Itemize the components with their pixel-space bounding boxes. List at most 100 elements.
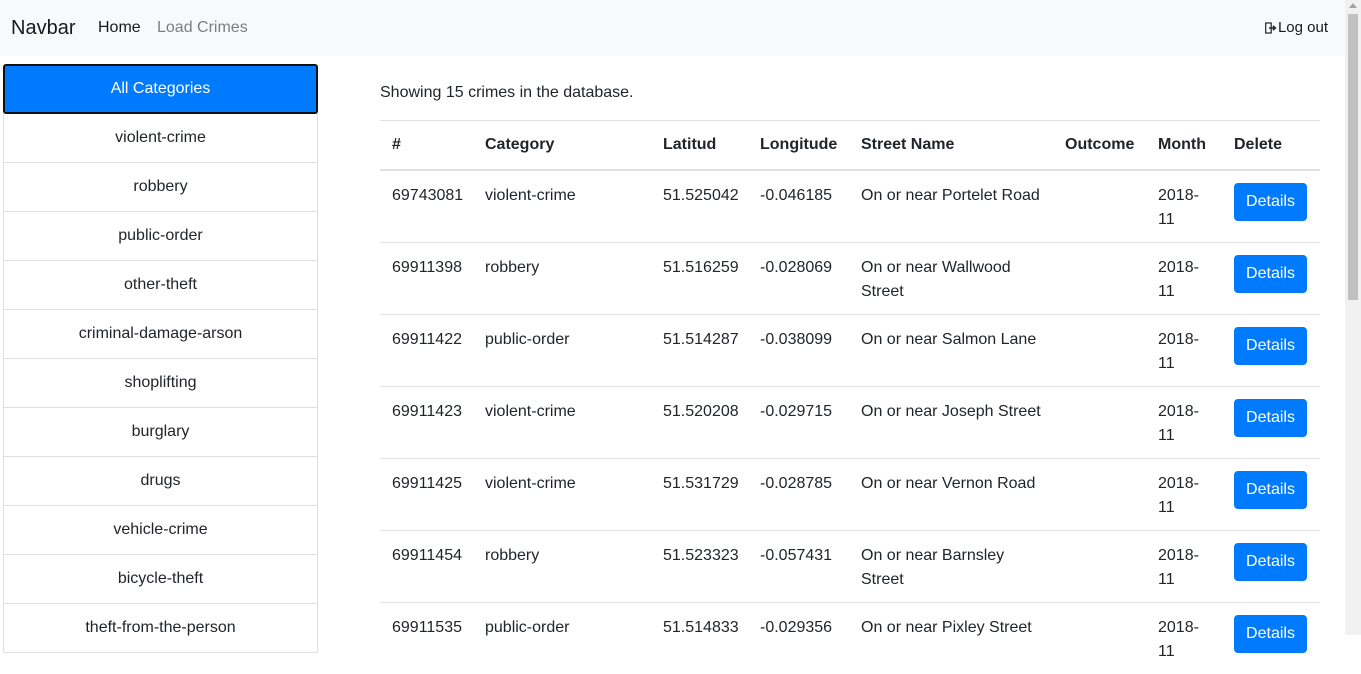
- cell-outcome: [1053, 457, 1146, 530]
- cell-category: robbery: [473, 241, 651, 314]
- cell-street-name: On or near Salmon Lane: [849, 313, 1053, 386]
- cell-month: 2018-11: [1146, 457, 1222, 530]
- category-item-other-theft[interactable]: other-theft: [3, 260, 318, 310]
- category-sidebar: All Categories violent-crime robbery public…: [3, 64, 318, 653]
- cell-latitude: 51.531729: [651, 457, 748, 530]
- cell-latitude: 51.520208: [651, 385, 748, 458]
- cell-latitude: 51.516259: [651, 241, 748, 314]
- logout-link[interactable]: Log out: [1265, 18, 1328, 38]
- cell-crime-id: 69911454: [380, 529, 473, 602]
- cell-longitude: -0.028785: [748, 457, 849, 530]
- cell-outcome: [1053, 529, 1146, 602]
- category-item-violent-crime[interactable]: violent-crime: [3, 113, 318, 163]
- cell-category: robbery: [473, 529, 651, 602]
- cell-month: 2018-11: [1146, 601, 1222, 674]
- nav-link-load-crimes[interactable]: Load Crimes: [157, 18, 248, 38]
- cell-crime-id: 69911423: [380, 385, 473, 458]
- sign-out-icon: [1265, 22, 1277, 34]
- table-row: 69911398 robbery 51.516259 -0.028069 On or n…: [380, 241, 1320, 314]
- cell-month: 2018-11: [1146, 385, 1222, 458]
- cell-latitude: 51.514833: [651, 601, 748, 674]
- cell-category: public-order: [473, 313, 651, 386]
- cell-month: 2018-11: [1146, 241, 1222, 314]
- cell-crime-id: 69911422: [380, 313, 473, 386]
- column-header-outcome: Outcome: [1053, 120, 1146, 171]
- table-row: 69911454 robbery 51.523323 -0.057431 On or n…: [380, 529, 1320, 602]
- column-header-id: #: [380, 120, 473, 171]
- cell-street-name: On or near Portelet Road: [849, 169, 1053, 242]
- cell-category: public-order: [473, 601, 651, 674]
- category-item-drugs[interactable]: drugs: [3, 456, 318, 506]
- cell-outcome: [1053, 169, 1146, 242]
- cell-delete: Details: [1222, 529, 1320, 602]
- details-button[interactable]: Details: [1234, 470, 1307, 509]
- column-header-month: Month: [1146, 120, 1222, 171]
- table-row: 69911422 public-order 51.514287 -0.038099 On…: [380, 313, 1320, 386]
- table-row: 69911423 violent-crime 51.520208 -0.029715 O…: [380, 385, 1320, 458]
- cell-crime-id: 69911425: [380, 457, 473, 530]
- cell-month: 2018-11: [1146, 169, 1222, 242]
- cell-longitude: -0.028069: [748, 241, 849, 314]
- cell-crime-id: 69911535: [380, 601, 473, 674]
- cell-longitude: -0.029715: [748, 385, 849, 458]
- cell-street-name: On or near Pixley Street: [849, 601, 1053, 674]
- page-scrollbar[interactable]: [1345, 0, 1361, 635]
- crimes-table-container: # Category Latitud Longitude Street Name Outc…: [380, 120, 1320, 674]
- logout-label: Log out: [1277, 19, 1328, 36]
- cell-delete: Details: [1222, 241, 1320, 314]
- category-item-vehicle-crime[interactable]: vehicle-crime: [3, 505, 318, 555]
- cell-category: violent-crime: [473, 169, 651, 242]
- cell-longitude: -0.046185: [748, 169, 849, 242]
- cell-longitude: -0.038099: [748, 313, 849, 386]
- cell-longitude: -0.029356: [748, 601, 849, 674]
- cell-outcome: [1053, 385, 1146, 458]
- cell-month: 2018-11: [1146, 313, 1222, 386]
- cell-latitude: 51.523323: [651, 529, 748, 602]
- category-item-criminal-damage-arson[interactable]: criminal-damage-arson: [3, 309, 318, 359]
- category-item-robbery[interactable]: robbery: [3, 162, 318, 212]
- details-button[interactable]: Details: [1234, 254, 1307, 293]
- details-button[interactable]: Details: [1234, 398, 1307, 437]
- category-item-burglary[interactable]: burglary: [3, 407, 318, 457]
- category-item-all[interactable]: All Categories: [3, 64, 318, 114]
- cell-street-name: On or near Vernon Road: [849, 457, 1053, 530]
- column-header-latitude: Latitud: [651, 120, 748, 171]
- cell-latitude: 51.514287: [651, 313, 748, 386]
- category-item-shoplifting[interactable]: shoplifting: [3, 358, 318, 408]
- category-item-theft-from-the-person[interactable]: theft-from-the-person: [3, 603, 318, 653]
- cell-category: violent-crime: [473, 385, 651, 458]
- column-header-street-name: Street Name: [849, 120, 1053, 171]
- scroll-up-arrow-icon[interactable]: [1349, 3, 1357, 8]
- cell-delete: Details: [1222, 169, 1320, 242]
- category-item-public-order[interactable]: public-order: [3, 211, 318, 261]
- cell-longitude: -0.057431: [748, 529, 849, 602]
- cell-crime-id: 69743081: [380, 169, 473, 242]
- scrollbar-thumb[interactable]: [1348, 14, 1358, 300]
- nav-link-home[interactable]: Home: [98, 18, 141, 38]
- cell-category: violent-crime: [473, 457, 651, 530]
- cell-street-name: On or near Barnsley Street: [849, 529, 1053, 602]
- table-header-row: # Category Latitud Longitude Street Name Outc…: [380, 120, 1320, 171]
- column-header-longitude: Longitude: [748, 120, 849, 171]
- table-row: 69743081 violent-crime 51.525042 -0.046185 O…: [380, 169, 1320, 242]
- cell-delete: Details: [1222, 313, 1320, 386]
- cell-crime-id: 69911398: [380, 241, 473, 314]
- cell-latitude: 51.525042: [651, 169, 748, 242]
- details-button[interactable]: Details: [1234, 614, 1307, 653]
- details-button[interactable]: Details: [1234, 326, 1307, 365]
- crime-count-summary: Showing 15 crimes in the database.: [380, 84, 634, 101]
- cell-street-name: On or near Joseph Street: [849, 385, 1053, 458]
- cell-delete: Details: [1222, 457, 1320, 530]
- cell-delete: Details: [1222, 385, 1320, 458]
- navbar-brand[interactable]: Navbar: [11, 16, 75, 40]
- cell-outcome: [1053, 241, 1146, 314]
- crimes-table: # Category Latitud Longitude Street Name Outc…: [380, 120, 1320, 674]
- details-button[interactable]: Details: [1234, 542, 1307, 581]
- table-row: 69911535 public-order 51.514833 -0.029356 On…: [380, 601, 1320, 674]
- cell-delete: Details: [1222, 601, 1320, 674]
- category-item-bicycle-theft[interactable]: bicycle-theft: [3, 554, 318, 604]
- cell-month: 2018-11: [1146, 529, 1222, 602]
- details-button[interactable]: Details: [1234, 183, 1307, 221]
- table-row: 69911425 violent-crime 51.531729 -0.028785 O…: [380, 457, 1320, 530]
- cell-street-name: On or near Wallwood Street: [849, 241, 1053, 314]
